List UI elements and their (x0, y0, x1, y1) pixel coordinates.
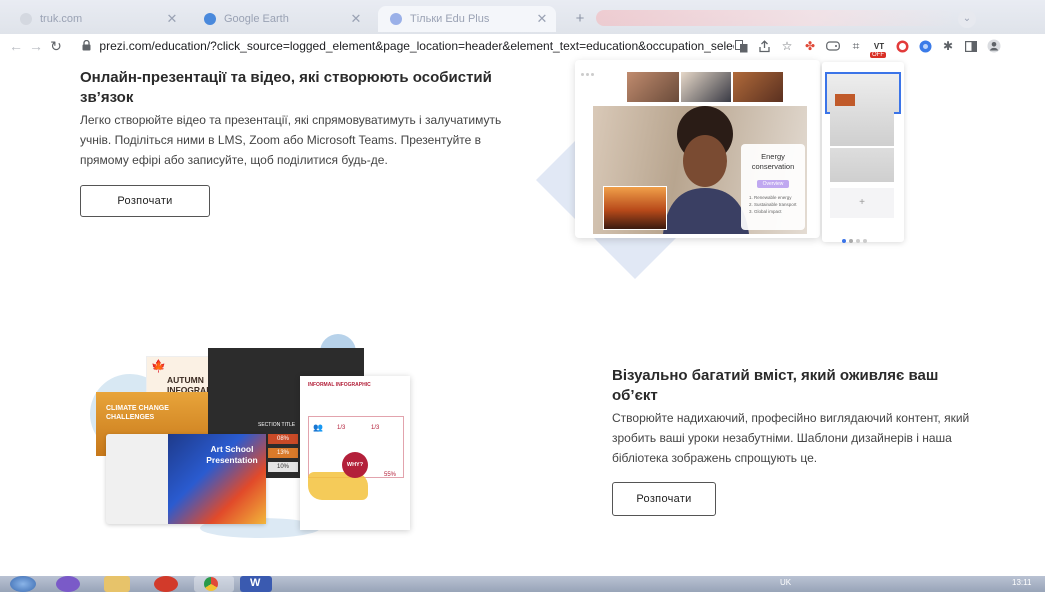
tabstrip-decoration (596, 10, 956, 26)
tab-3-active[interactable]: Тільки Edu Plus ✕ (378, 6, 556, 32)
card-item: 3. Global impact (749, 209, 782, 214)
start-button-1[interactable]: Розпочати (80, 185, 210, 217)
card-item: 1. Renewable energy (749, 195, 792, 200)
opera-icon[interactable] (154, 576, 178, 592)
card-chip: Overview (756, 180, 790, 188)
section2-title: Візуально багатий вміст, який оживляє ва… (612, 367, 939, 404)
word-icon[interactable]: W (240, 576, 272, 592)
leaf-icon: 🍁 (151, 359, 166, 373)
participant-thumb-3 (733, 72, 783, 102)
tab-title: Тільки Edu Plus (410, 13, 490, 25)
section-title-label: SECTION TITLE (258, 422, 296, 428)
video-presentation-mockup: Energy conservation Overview 1. Renewabl… (575, 60, 820, 238)
participant-thumb-2 (681, 72, 731, 102)
templates-collage: 🍁 AUTUMN INFOGRAPHIC SECTION TITLE 08% 1… (80, 330, 440, 540)
side-panel-icon[interactable] (964, 39, 978, 53)
ratio-b: 1/3 (371, 425, 380, 431)
people-icon: 👥 (313, 423, 323, 432)
section2-text: Створюйте надихаючий, професійно вигляда… (612, 411, 970, 465)
address-bar[interactable]: prezi.com/education/?click_source=logged… (82, 36, 734, 56)
stat-3: 10% (268, 462, 298, 472)
why-circle: WHY? (342, 452, 368, 478)
chrome-taskbar-button[interactable] (194, 576, 234, 592)
viber-icon[interactable] (56, 576, 80, 592)
lock-icon[interactable] (82, 39, 91, 52)
energy-conservation-card: Energy conservation Overview 1. Renewabl… (741, 144, 805, 230)
language-indicator[interactable]: UK (780, 578, 791, 587)
tab-1[interactable]: truk.com ✕ (8, 6, 186, 32)
ratio-a: 1/3 (337, 425, 346, 431)
clock[interactable]: 13:11 (1012, 578, 1031, 587)
infographic-title: INFORMAL INFOGRAPHIC (308, 382, 371, 388)
stat-1: 08% (268, 434, 298, 444)
word-letter: W (250, 577, 261, 589)
card-item: 2. Sustainable transport (749, 202, 797, 207)
back-icon[interactable]: ← (6, 38, 26, 54)
start-button-2[interactable]: Розпочати (612, 482, 716, 516)
section1-text: Легко створюйте відео та презентації, як… (80, 113, 502, 167)
pager-dots (842, 230, 888, 243)
reload-icon[interactable]: ↻ (46, 38, 66, 55)
browser-toolbar: ← → ↻ prezi.com/education/?click_source=… (0, 34, 1045, 58)
share-icon[interactable] (757, 39, 771, 53)
close-icon[interactable]: ✕ (348, 11, 364, 27)
pct-value: 55% (384, 472, 397, 478)
extensions-puzzle-icon[interactable]: ✱ (941, 39, 955, 53)
extension-flower-icon[interactable]: ✤ (803, 39, 817, 53)
slide-thumbnails-panel: + (822, 62, 904, 243)
slide-thumb-3[interactable] (830, 148, 894, 182)
vt-label: VT (873, 41, 885, 51)
extension-vt-icon[interactable]: VT OFF (870, 39, 886, 58)
tab-title: truk.com (40, 13, 83, 25)
tab-title: Google Earth (224, 13, 289, 25)
informal-infographic-card: INFORMAL INFOGRAPHIC 👥 1/3 1/3 WHY? 55% (300, 376, 410, 530)
close-icon[interactable]: ✕ (534, 11, 550, 27)
translate-icon[interactable] (734, 39, 748, 53)
bookmark-star-icon[interactable]: ☆ (780, 39, 794, 53)
forward-icon[interactable]: → (26, 38, 46, 54)
url-text[interactable]: prezi.com/education/?click_source=logged… (99, 39, 734, 53)
tab-strip: truk.com ✕ Google Earth ✕ Тільки Edu Plu… (0, 0, 1045, 34)
climate-title: CLIMATE CHANGE CHALLENGES (106, 405, 169, 421)
art-school-card: Art School Presentation (106, 434, 266, 524)
window-dots (581, 63, 611, 76)
profile-avatar-icon[interactable] (987, 39, 1001, 53)
close-icon[interactable]: ✕ (164, 11, 180, 27)
card-title: Energy conservation (751, 152, 795, 171)
art-school-title: Art School Presentation (206, 444, 258, 465)
tab-2[interactable]: Google Earth ✕ (192, 6, 370, 32)
add-slide-button[interactable]: + (830, 188, 894, 218)
stat-2: 13% (268, 448, 298, 458)
extension-s-icon[interactable] (895, 39, 909, 53)
section1-title: Онлайн-презентації та відео, які створюю… (80, 69, 492, 106)
main-speaker-video: Energy conservation Overview 1. Renewabl… (593, 106, 807, 234)
tab-favicon (390, 13, 402, 25)
extension-gamepad-icon[interactable] (826, 39, 840, 53)
tab-search-icon[interactable]: ⌄ (958, 10, 976, 28)
slide-thumb-image (835, 94, 855, 106)
file-explorer-icon[interactable] (104, 576, 130, 592)
tab-favicon (20, 13, 32, 25)
new-tab-button[interactable]: + (570, 9, 590, 29)
sunset-slide-thumb (603, 186, 667, 230)
extension-dot-icon[interactable] (918, 39, 932, 53)
start-button[interactable] (10, 576, 36, 592)
slide-thumb-2[interactable] (830, 112, 894, 146)
participant-thumb-1 (627, 72, 679, 102)
slide-thumb-1[interactable] (825, 72, 901, 114)
extension-crop-icon[interactable]: ⌗ (849, 39, 863, 53)
chrome-icon (204, 577, 218, 591)
google-earth-icon (204, 13, 216, 25)
os-taskbar: W UK 13:11 (0, 576, 1045, 592)
